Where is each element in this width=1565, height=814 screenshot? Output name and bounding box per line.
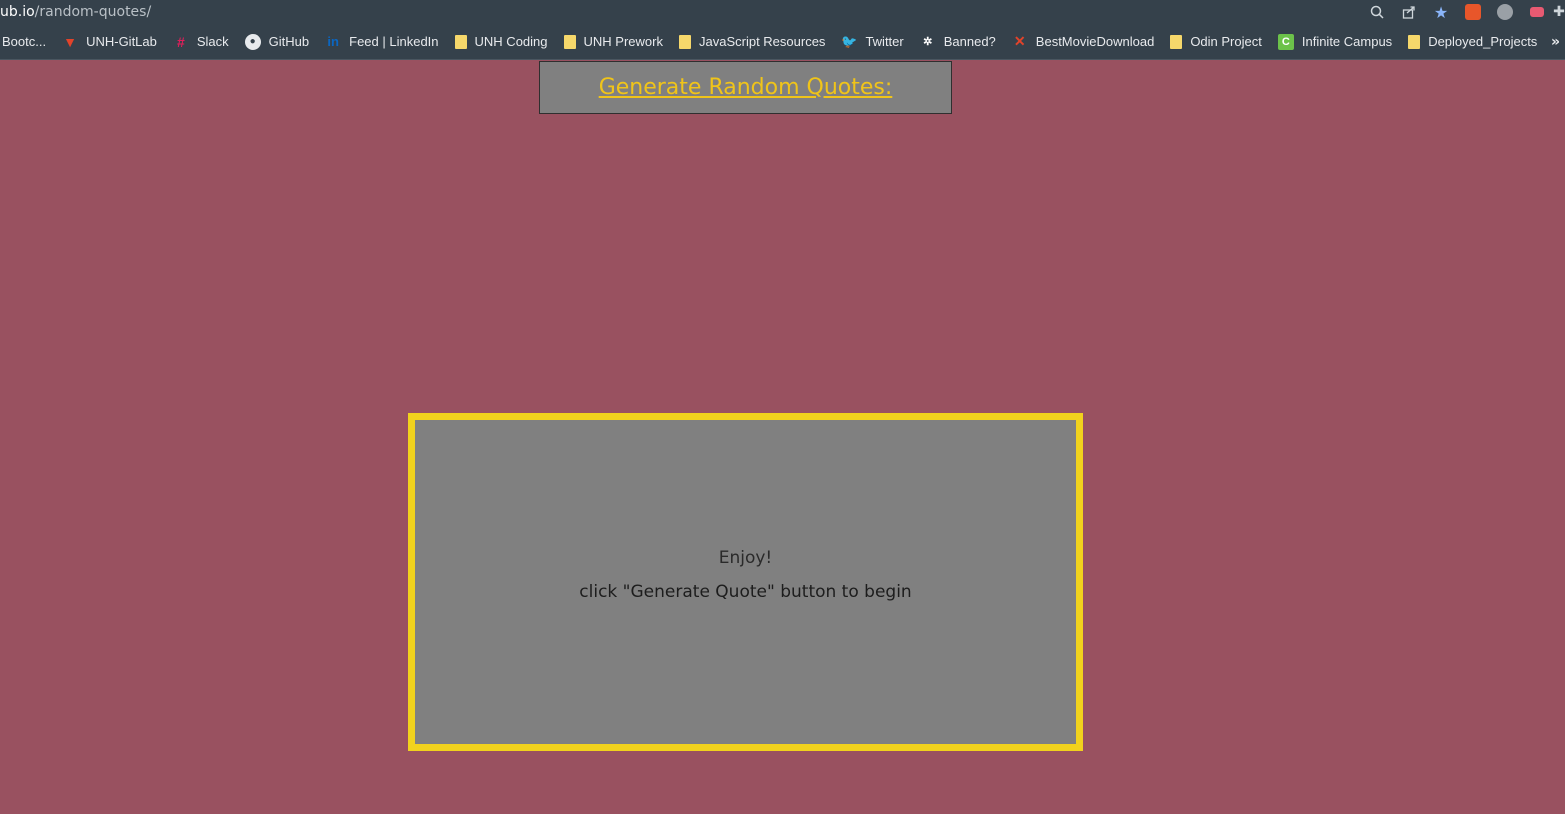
bookmark-label: JavaScript Resources xyxy=(698,34,826,49)
bookmark-label: Banned? xyxy=(943,34,996,49)
bookmark-twitter[interactable]: 🐦 Twitter xyxy=(833,24,911,59)
linkedin-icon: in xyxy=(327,34,339,49)
bookmark-slack[interactable]: # Slack xyxy=(165,24,237,59)
bookmark-label: Bootc... xyxy=(2,34,47,49)
x-icon: ✕ xyxy=(1013,33,1026,49)
bookmark-label: Feed | LinkedIn xyxy=(349,34,439,49)
folder-icon xyxy=(1408,34,1421,49)
bookmark-javascript-resources[interactable]: JavaScript Resources xyxy=(671,24,833,59)
browser-address-bar: ub.io/random-quotes/ ★ ✚ xyxy=(0,0,1565,24)
bookmarks-bar: Bootc... ▼ UNH-GitLab # Slack ● GitHub in Fe… xyxy=(0,24,1565,60)
extensions-puzzle-icon[interactable]: ✚ xyxy=(1553,0,1565,24)
bookmark-banned[interactable]: ✲ Banned? xyxy=(912,24,1004,59)
zoom-icon[interactable] xyxy=(1361,0,1393,24)
bookmark-bestmoviedownload[interactable]: ✕ BestMovieDownload xyxy=(1004,24,1163,59)
quote-box: Enjoy! click "Generate Quote" button to … xyxy=(408,413,1083,751)
banned-icon: ✲ xyxy=(923,36,933,48)
bookmark-unh-gitlab[interactable]: ▼ UNH-GitLab xyxy=(54,24,165,59)
slack-icon: # xyxy=(176,33,185,50)
gitlab-icon: ▼ xyxy=(63,33,77,50)
twitter-icon: 🐦 xyxy=(841,33,858,49)
bookmark-label: Infinite Campus xyxy=(1301,34,1393,49)
folder-icon xyxy=(454,34,467,49)
bookmark-unh-prework[interactable]: UNH Prework xyxy=(556,24,671,59)
bookmark-label: UNH Coding xyxy=(474,34,548,49)
extension-icon-3[interactable] xyxy=(1521,0,1553,24)
bookmark-unh-coding[interactable]: UNH Coding xyxy=(447,24,556,59)
bookmark-label: Odin Project xyxy=(1190,34,1262,49)
bookmarks-overflow-button[interactable]: » xyxy=(1551,24,1565,60)
extension-icon-2[interactable] xyxy=(1489,0,1521,24)
bookmark-label: UNH Prework xyxy=(583,34,663,49)
campus-icon: C xyxy=(1277,33,1294,50)
address-bar-actions: ★ ✚ xyxy=(1361,0,1565,24)
bookmark-bootcamp[interactable]: Bootc... xyxy=(0,24,54,59)
bookmark-label: GitHub xyxy=(268,34,310,49)
bookmark-linkedin[interactable]: in Feed | LinkedIn xyxy=(317,24,446,59)
quote-instruction-text: click "Generate Quote" button to begin xyxy=(579,582,912,602)
url-field[interactable]: ub.io/random-quotes/ xyxy=(0,4,151,20)
url-host: ub.io xyxy=(0,4,35,20)
github-icon: ● xyxy=(244,33,261,50)
bookmark-label: Slack xyxy=(196,34,229,49)
url-path: /random-quotes/ xyxy=(34,4,152,20)
page-header: Generate Random Quotes: xyxy=(539,61,952,114)
bookmark-label: BestMovieDownload xyxy=(1035,34,1155,49)
page-title[interactable]: Generate Random Quotes: xyxy=(599,75,893,100)
folder-icon xyxy=(678,34,691,49)
bookmark-deployed-projects[interactable]: Deployed_Projects xyxy=(1400,24,1545,59)
bookmark-label: Twitter xyxy=(865,34,904,49)
bookmark-odin-project[interactable]: Odin Project xyxy=(1162,24,1270,59)
bookmark-label: UNH-GitLab xyxy=(86,34,157,49)
folder-icon xyxy=(1170,34,1183,49)
bookmark-label: Deployed_Projects xyxy=(1428,34,1538,49)
quote-intro-text: Enjoy! xyxy=(718,548,773,568)
extension-icon-1[interactable] xyxy=(1457,0,1489,24)
bookmark-github[interactable]: ● GitHub xyxy=(237,24,317,59)
folder-icon xyxy=(563,34,576,49)
bookmark-star-icon[interactable]: ★ xyxy=(1425,0,1457,24)
share-icon[interactable] xyxy=(1393,0,1425,24)
bookmark-infinite-campus[interactable]: C Infinite Campus xyxy=(1270,24,1400,59)
